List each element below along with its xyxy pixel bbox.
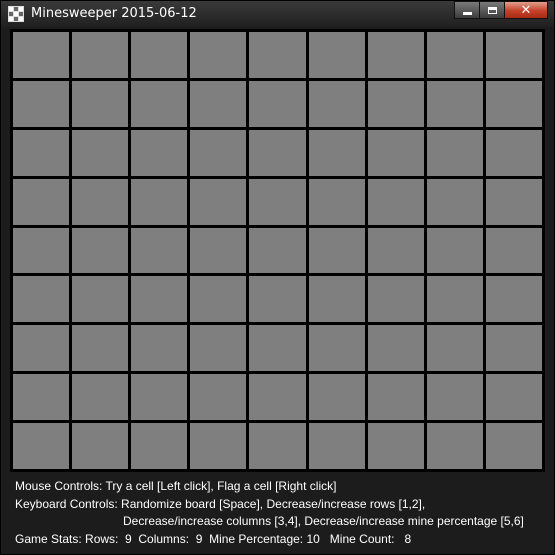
board-cell[interactable] bbox=[308, 32, 365, 78]
board-cell[interactable] bbox=[190, 423, 247, 469]
mouse-controls-text: Mouse Controls: Try a cell [Left click],… bbox=[15, 479, 337, 493]
info-panel: Mouse Controls: Try a cell [Left click],… bbox=[15, 478, 546, 548]
board-cell[interactable] bbox=[13, 129, 70, 176]
window-controls: ✕ bbox=[454, 1, 548, 21]
board-cell[interactable] bbox=[190, 374, 247, 421]
board-cell[interactable] bbox=[485, 374, 542, 421]
board-cell[interactable] bbox=[13, 276, 70, 323]
board-cell[interactable] bbox=[131, 276, 188, 323]
board-cell[interactable] bbox=[308, 129, 365, 176]
board-cell[interactable] bbox=[485, 325, 542, 372]
board-cell[interactable] bbox=[13, 178, 70, 225]
board-cell[interactable] bbox=[249, 374, 306, 421]
board-cell[interactable] bbox=[485, 227, 542, 274]
board-cell[interactable] bbox=[367, 227, 424, 274]
board-cell[interactable] bbox=[13, 227, 70, 274]
board-cell[interactable] bbox=[485, 423, 542, 469]
board-cell[interactable] bbox=[485, 276, 542, 323]
board-cell[interactable] bbox=[308, 325, 365, 372]
board-cell[interactable] bbox=[190, 129, 247, 176]
board-cell[interactable] bbox=[308, 227, 365, 274]
board-cell[interactable] bbox=[131, 80, 188, 127]
maximize-icon bbox=[487, 6, 497, 14]
board-cell[interactable] bbox=[485, 129, 542, 176]
board-cell[interactable] bbox=[13, 325, 70, 372]
board-cell[interactable] bbox=[72, 129, 129, 176]
board-cell[interactable] bbox=[308, 80, 365, 127]
board-cell[interactable] bbox=[131, 325, 188, 372]
board-cell[interactable] bbox=[249, 227, 306, 274]
board-cell[interactable] bbox=[72, 276, 129, 323]
maximize-button[interactable] bbox=[479, 1, 505, 19]
board-cell[interactable] bbox=[249, 276, 306, 323]
board-cell[interactable] bbox=[426, 80, 483, 127]
board-cell[interactable] bbox=[131, 374, 188, 421]
board-cell[interactable] bbox=[249, 129, 306, 176]
board-cell[interactable] bbox=[426, 227, 483, 274]
board-cell[interactable] bbox=[485, 32, 542, 78]
board-cell[interactable] bbox=[190, 80, 247, 127]
close-icon: ✕ bbox=[520, 2, 532, 18]
board-cell[interactable] bbox=[72, 32, 129, 78]
board-cell[interactable] bbox=[426, 129, 483, 176]
board-cell[interactable] bbox=[131, 423, 188, 469]
board-cell[interactable] bbox=[190, 32, 247, 78]
minimize-icon bbox=[462, 11, 472, 15]
board-cell[interactable] bbox=[72, 80, 129, 127]
board-cell[interactable] bbox=[308, 276, 365, 323]
board-cell[interactable] bbox=[367, 276, 424, 323]
board-cell[interactable] bbox=[72, 374, 129, 421]
board-cell[interactable] bbox=[13, 80, 70, 127]
board-cell[interactable] bbox=[72, 325, 129, 372]
minesweeper-window: Minesweeper 2015-06-12 ✕ Mouse Controls:… bbox=[0, 0, 555, 555]
window-title: Minesweeper 2015-06-12 bbox=[31, 6, 197, 21]
board-cell[interactable] bbox=[426, 276, 483, 323]
board-cell[interactable] bbox=[190, 227, 247, 274]
keyboard-controls-text-continued: Decrease/increase columns [3,4], Decreas… bbox=[123, 514, 524, 528]
board-cell[interactable] bbox=[249, 423, 306, 469]
board-cell[interactable] bbox=[131, 129, 188, 176]
minefield-board bbox=[10, 29, 545, 472]
board-cell[interactable] bbox=[426, 32, 483, 78]
board-cell[interactable] bbox=[426, 178, 483, 225]
board-cell[interactable] bbox=[426, 374, 483, 421]
board-cell[interactable] bbox=[367, 423, 424, 469]
board-cell[interactable] bbox=[249, 80, 306, 127]
board-cell[interactable] bbox=[190, 276, 247, 323]
title-bar[interactable]: Minesweeper 2015-06-12 ✕ bbox=[1, 1, 554, 27]
board-cell[interactable] bbox=[367, 178, 424, 225]
game-stats-text: Game Stats: Rows: 9 Columns: 9 Mine Perc… bbox=[15, 531, 412, 546]
board-cell[interactable] bbox=[13, 32, 70, 78]
board-cell[interactable] bbox=[190, 178, 247, 225]
board-cell[interactable] bbox=[485, 80, 542, 127]
minimize-button[interactable] bbox=[454, 1, 480, 19]
board-cell[interactable] bbox=[249, 325, 306, 372]
board-cell[interactable] bbox=[485, 178, 542, 225]
board-cell[interactable] bbox=[367, 80, 424, 127]
board-cell[interactable] bbox=[13, 423, 70, 469]
board-cell[interactable] bbox=[249, 32, 306, 78]
grid-icon[interactable] bbox=[8, 6, 24, 22]
board-cell[interactable] bbox=[190, 325, 247, 372]
board-cell[interactable] bbox=[249, 178, 306, 225]
keyboard-controls-text: Keyboard Controls: Randomize board [Spac… bbox=[15, 496, 426, 511]
board-cell[interactable] bbox=[72, 178, 129, 225]
board-cell[interactable] bbox=[131, 178, 188, 225]
board-cell[interactable] bbox=[131, 227, 188, 274]
board-cell[interactable] bbox=[72, 227, 129, 274]
board-cell[interactable] bbox=[367, 325, 424, 372]
board-cell[interactable] bbox=[367, 32, 424, 78]
board-cell[interactable] bbox=[131, 32, 188, 78]
board-cell[interactable] bbox=[308, 178, 365, 225]
board-cell[interactable] bbox=[367, 374, 424, 421]
board-cell[interactable] bbox=[426, 325, 483, 372]
board-cell[interactable] bbox=[367, 129, 424, 176]
board-cell[interactable] bbox=[72, 423, 129, 469]
close-button[interactable]: ✕ bbox=[504, 1, 548, 19]
board-cell[interactable] bbox=[426, 423, 483, 469]
board-cell[interactable] bbox=[308, 374, 365, 421]
board-cell[interactable] bbox=[308, 423, 365, 469]
board-cell[interactable] bbox=[13, 374, 70, 421]
